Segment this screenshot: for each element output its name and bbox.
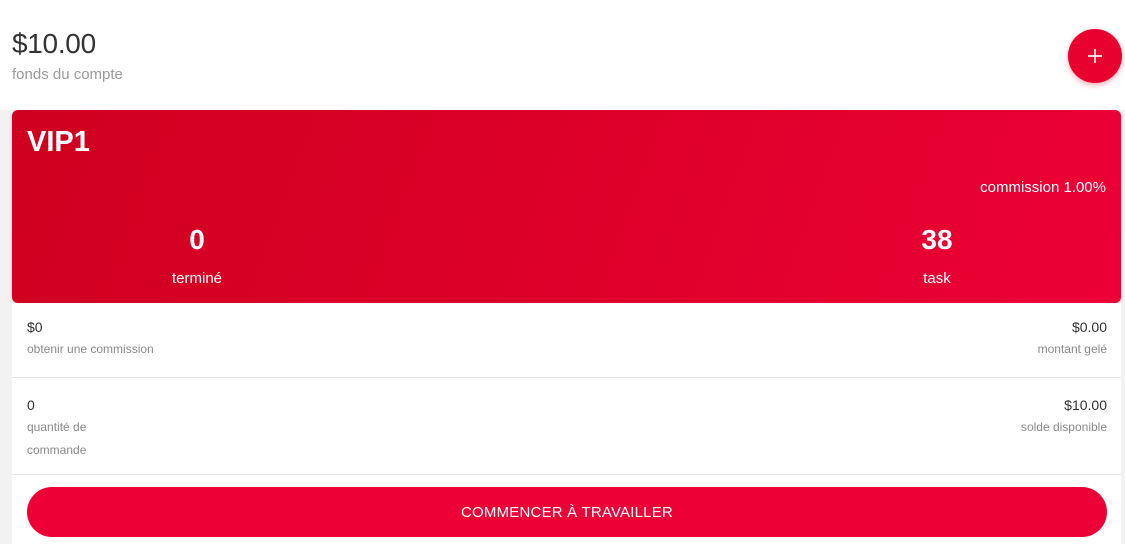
vip-commission-rate: commission 1.00% <box>980 179 1106 196</box>
frozen-amount-cell: $0.00 montant gelé <box>1038 317 1107 361</box>
account-details-panel: $0 obtenir une commission $0.00 montant … <box>12 303 1121 544</box>
order-quantity-cell: 0 quantité de commande <box>27 395 117 462</box>
available-balance-cell: $10.00 solde disponible <box>1021 395 1107 439</box>
vip-level-card: VIP1 commission 1.00% 0 terminé 38 task <box>12 110 1121 303</box>
completed-count: 0 <box>189 224 205 255</box>
details-row: 0 quantité de commande $10.00 solde disp… <box>12 378 1121 475</box>
task-stat: 38 task <box>877 224 997 287</box>
plus-icon <box>1088 49 1102 63</box>
frozen-amount-label: montant gelé <box>1037 342 1107 356</box>
add-funds-button[interactable] <box>1068 29 1122 83</box>
account-header: $10.00 fonds du compte <box>0 0 1125 110</box>
commission-earned-cell: $0 obtenir une commission <box>27 317 154 361</box>
vip-level-title: VIP1 <box>27 126 90 158</box>
details-row: $0 obtenir une commission $0.00 montant … <box>12 303 1121 378</box>
available-balance-label: solde disponible <box>1020 420 1107 434</box>
order-quantity-label: quantité de commande <box>27 420 87 457</box>
task-label: task <box>923 270 951 287</box>
start-working-button[interactable]: COMMENCER À TRAVAILLER <box>27 487 1107 537</box>
commission-earned-label: obtenir une commission <box>27 342 154 356</box>
completed-stat: 0 terminé <box>137 224 257 287</box>
account-balance-label: fonds du compte <box>12 66 123 83</box>
order-quantity-value: 0 <box>27 397 35 413</box>
available-balance-value: $10.00 <box>1064 397 1107 413</box>
page: $10.00 fonds du compte VIP1 commission 1… <box>0 0 1125 544</box>
commission-earned-value: $0 <box>27 319 43 335</box>
task-count: 38 <box>921 224 953 255</box>
account-balance-amount: $10.00 <box>12 28 96 59</box>
frozen-amount-value: $0.00 <box>1071 319 1107 335</box>
completed-label: terminé <box>171 270 223 287</box>
